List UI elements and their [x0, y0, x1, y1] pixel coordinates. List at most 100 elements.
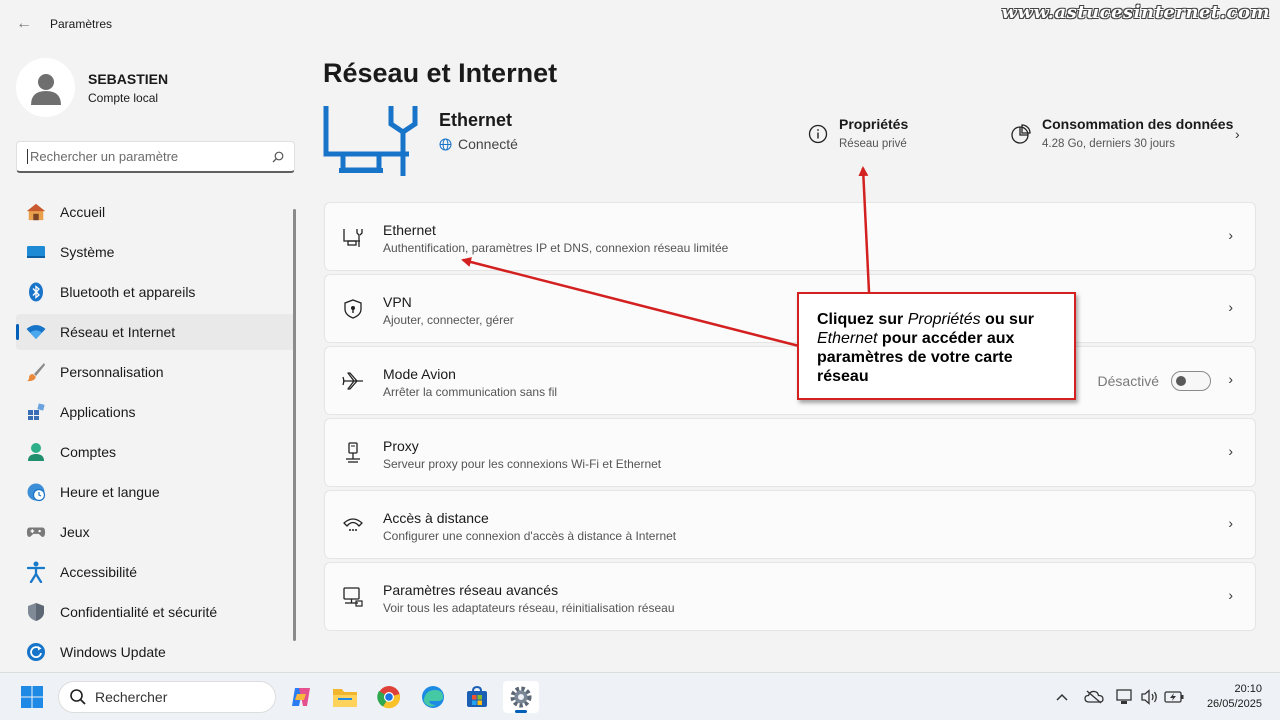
data-usage-subtitle: 4.28 Go, derniers 30 jours	[1042, 138, 1175, 150]
card-proxy[interactable]: Proxy Serveur proxy pour les connexions …	[324, 418, 1256, 487]
card-title: VPN	[383, 294, 412, 310]
person-icon	[30, 73, 61, 105]
accessibility-icon	[26, 561, 46, 583]
info-icon	[807, 123, 829, 145]
data-usage-link[interactable]: Consommation des données 4.28 Go, dernie…	[1010, 116, 1233, 150]
card-acces-distance[interactable]: Accès à distance Configurer une connexio…	[324, 490, 1256, 559]
connection-status: Connecté	[439, 136, 518, 152]
toggle-state-label: Désactivé	[1097, 373, 1159, 389]
wifi-icon	[26, 322, 46, 342]
battery-icon[interactable]	[1163, 683, 1185, 711]
card-vpn[interactable]: VPN Ajouter, connecter, gérer ›	[324, 274, 1256, 343]
chevron-right-icon: ›	[1228, 299, 1233, 315]
sidebar-nav: Accueil Système Bluetooth et appareils R…	[16, 194, 295, 674]
sidebar-item-bluetooth[interactable]: Bluetooth et appareils	[16, 274, 295, 310]
vpn-shield-icon	[341, 297, 365, 321]
bluetooth-icon	[26, 282, 46, 302]
sidebar-item-windows-update[interactable]: Windows Update	[16, 634, 295, 670]
settings-icon[interactable]	[503, 681, 539, 713]
card-title: Mode Avion	[383, 366, 456, 382]
avatar	[16, 58, 75, 117]
chevron-right-icon: ›	[1228, 227, 1233, 243]
card-desc: Ajouter, connecter, gérer	[383, 313, 514, 327]
sidebar-item-reseau[interactable]: Réseau et Internet	[16, 314, 295, 350]
sidebar-item-confidentialite[interactable]: Confidentialité et sécurité	[16, 594, 295, 630]
settings-cards: Ethernet Authentification, paramètres IP…	[324, 202, 1256, 634]
card-parametres-avances[interactable]: Paramètres réseau avancés Voir tous les …	[324, 562, 1256, 631]
windows-logo-icon	[21, 686, 43, 708]
sidebar-item-accessibilite[interactable]: Accessibilité	[16, 554, 295, 590]
app-title: Paramètres	[50, 17, 113, 31]
pie-chart-icon	[1010, 123, 1032, 145]
taskbar: Rechercher 20:10 26/05/2025	[0, 672, 1280, 720]
search-input[interactable]	[27, 149, 272, 164]
back-button[interactable]: ←	[10, 10, 38, 38]
card-desc: Serveur proxy pour les connexions Wi-Fi …	[383, 457, 662, 471]
card-title: Proxy	[383, 438, 419, 454]
sidebar-item-jeux[interactable]: Jeux	[16, 514, 295, 550]
back-arrow-icon: ←	[16, 15, 32, 32]
home-icon	[26, 202, 46, 222]
sidebar-item-comptes[interactable]: Comptes	[16, 434, 295, 470]
annotation-callout: Cliquez sur Propriétés ou sur Ethernet p…	[797, 292, 1076, 400]
copilot-icon[interactable]	[283, 681, 319, 713]
user-profile[interactable]: SEBASTIEN Compte local	[16, 58, 168, 117]
taskbar-clock[interactable]: 20:10 26/05/2025	[1207, 682, 1262, 712]
account-type: Compte local	[88, 90, 159, 105]
search-icon	[70, 689, 86, 705]
onedrive-icon[interactable]	[1083, 683, 1105, 711]
card-desc: Voir tous les adaptateurs réseau, réinit…	[383, 601, 675, 615]
card-ethernet[interactable]: Ethernet Authentification, paramètres IP…	[324, 202, 1256, 271]
sidebar-item-personnalisation[interactable]: Personnalisation	[16, 354, 295, 390]
chevron-right-icon: ›	[1228, 371, 1233, 387]
sidebar-scrollbar[interactable]	[293, 209, 296, 641]
settings-search[interactable]	[16, 141, 295, 173]
ethernet-monitor-icon	[323, 106, 418, 176]
sidebar-item-heure[interactable]: Heure et langue	[16, 474, 295, 510]
chevron-up-icon[interactable]	[1051, 683, 1073, 711]
card-desc: Configurer une connexion d'accès à dista…	[383, 529, 677, 543]
card-title: Ethernet	[383, 222, 436, 238]
properties-link[interactable]: Propriétés Réseau privé	[807, 116, 908, 150]
display-icon	[26, 242, 46, 262]
clock-date: 26/05/2025	[1206, 698, 1262, 710]
clock-globe-icon	[26, 482, 46, 502]
card-desc: Authentification, paramètres IP et DNS, …	[383, 241, 729, 255]
user-name: SEBASTIEN	[88, 70, 169, 87]
edge-icon[interactable]	[415, 681, 451, 713]
card-desc: Arrêter la communication sans fil	[383, 385, 558, 399]
shield-icon	[26, 602, 46, 622]
ethernet-hero: Ethernet Connecté Propriétés Réseau priv…	[323, 104, 1256, 184]
properties-title: Propriétés	[839, 116, 909, 132]
file-explorer-icon[interactable]	[327, 681, 363, 713]
gamepad-icon	[26, 522, 46, 542]
search-icon	[272, 151, 284, 162]
person-icon	[26, 442, 46, 462]
chevron-right-icon[interactable]: ›	[1235, 126, 1240, 142]
network-adapter-icon	[341, 585, 365, 609]
store-icon[interactable]	[459, 681, 495, 713]
network-tray-icon[interactable]	[1114, 683, 1136, 711]
properties-subtitle: Réseau privé	[839, 138, 907, 150]
sidebar-item-applications[interactable]: Applications	[16, 394, 295, 430]
chevron-right-icon: ›	[1228, 587, 1233, 603]
chevron-right-icon: ›	[1228, 515, 1233, 531]
card-title: Paramètres réseau avancés	[383, 582, 559, 598]
card-mode-avion[interactable]: Mode Avion Arrêter la communication sans…	[324, 346, 1256, 415]
sidebar-item-accueil[interactable]: Accueil	[16, 194, 295, 230]
sidebar-item-systeme[interactable]: Système	[16, 234, 295, 270]
airplane-icon	[341, 369, 365, 393]
brush-icon	[26, 362, 46, 382]
taskbar-search[interactable]: Rechercher	[58, 681, 276, 713]
update-icon	[26, 642, 46, 662]
dialup-icon	[341, 513, 365, 537]
volume-icon[interactable]	[1139, 683, 1161, 711]
data-usage-title: Consommation des données	[1042, 116, 1234, 132]
airplane-mode-toggle[interactable]	[1171, 371, 1211, 391]
airplane-toggle-group: Désactivé	[1098, 371, 1211, 391]
proxy-icon	[341, 441, 365, 465]
chrome-icon[interactable]	[371, 681, 407, 713]
page-title: Réseau et Internet	[323, 58, 558, 88]
card-title: Accès à distance	[383, 510, 489, 526]
start-button[interactable]	[20, 685, 44, 709]
